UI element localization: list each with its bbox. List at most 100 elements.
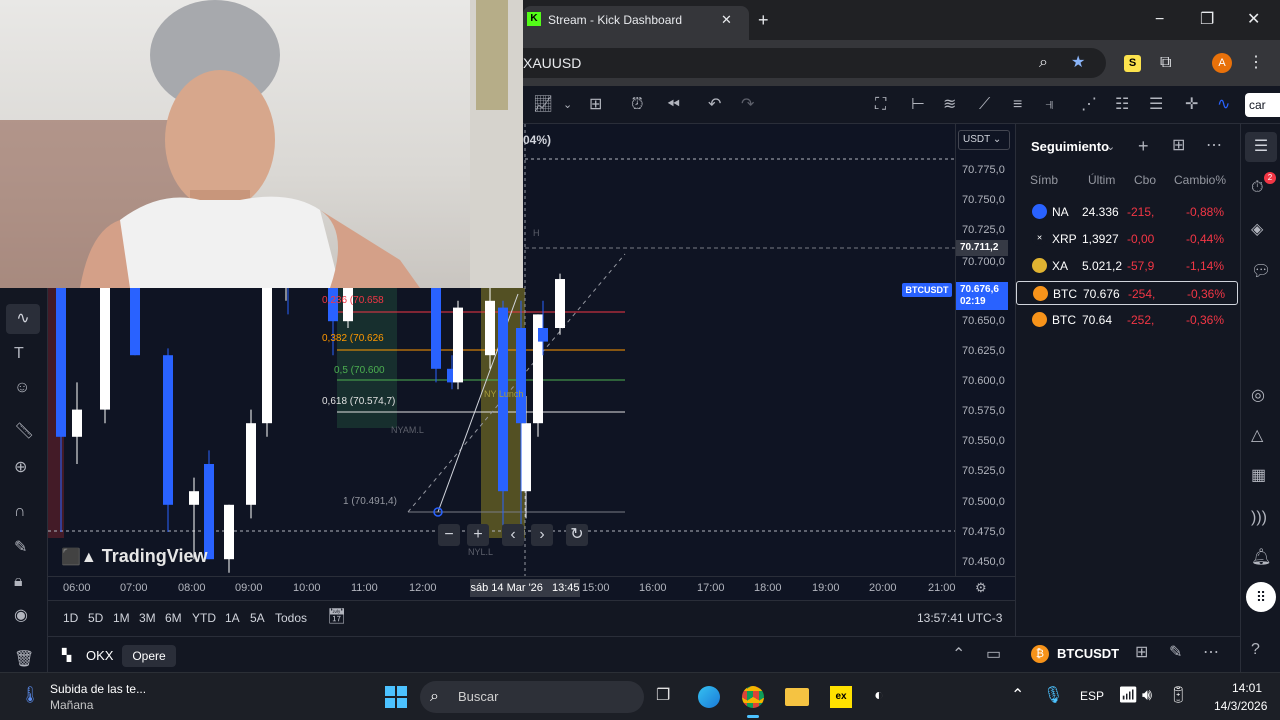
select-box-icon[interactable]: ⛶	[875, 95, 886, 115]
zoom-in-button[interactable]: +	[467, 524, 489, 546]
trendline-icon[interactable]: ⟋	[979, 95, 990, 115]
reset-chart-button[interactable]: ↻	[566, 524, 588, 546]
task-view-icon[interactable]: ❐	[656, 686, 670, 706]
start-button[interactable]	[385, 686, 407, 708]
add-symbol-icon[interactable]: +	[1138, 136, 1149, 156]
watchlist-row[interactable]: XA 5.021,2 -57,9 -1,14%	[1016, 254, 1238, 278]
close-tab-icon[interactable]: ✕	[721, 10, 732, 30]
emoji-tool-icon[interactable]: ☺	[14, 378, 30, 398]
watchlist-row[interactable]: BTC 70.64 -252, -0,36%	[1016, 308, 1238, 332]
chevron-down-icon[interactable]: ⌄	[1106, 137, 1115, 157]
language-indicator[interactable]: ESP	[1080, 689, 1104, 703]
grid-icon[interactable]: ⊞	[1135, 643, 1148, 663]
text-tool-icon[interactable]: T	[14, 344, 24, 364]
calendar-icon[interactable]: 📅︎	[327, 607, 346, 627]
zoom-tool-icon[interactable]: ⊕	[14, 458, 27, 478]
taskbar-time[interactable]: 14:01	[1232, 681, 1262, 695]
scroll-left-button[interactable]: ‹	[502, 524, 524, 546]
ruler-icon[interactable]: 📏︎	[14, 422, 34, 442]
bell-icon[interactable]: 🔔︎	[1251, 548, 1271, 568]
search-icon[interactable]: ⌕	[1039, 53, 1048, 73]
chevron-up-icon[interactable]: ⌃	[952, 645, 965, 665]
edge-icon[interactable]	[698, 686, 720, 708]
extensions-puzzle-icon[interactable]: ⧉	[1160, 53, 1171, 73]
apps-icon[interactable]: ⠿	[1246, 582, 1276, 612]
range-button-1a[interactable]: 1A	[225, 611, 240, 625]
volume-icon[interactable]: 🔊︎	[1142, 686, 1152, 706]
thermometer-icon[interactable]: 🌡︎	[20, 686, 40, 706]
more-icon[interactable]: ⋯	[1203, 643, 1219, 663]
replay-alert-icon[interactable]: ⏰︎	[631, 95, 643, 115]
tray-chevron-icon[interactable]: ⌃	[1011, 686, 1024, 706]
header-change-pct[interactable]: Cambio%	[1174, 173, 1226, 187]
levels-icon[interactable]: ☰	[1149, 95, 1163, 115]
fib-icon[interactable]: ≡	[1013, 95, 1022, 115]
restore-icon[interactable]: ❐	[1200, 10, 1214, 30]
extension-s-icon[interactable]: S	[1124, 55, 1141, 72]
chevron-down-icon[interactable]: ⌄	[563, 95, 572, 115]
wave-tool-active[interactable]: ∿	[6, 304, 40, 334]
browser-tab[interactable]: K Stream - Kick Dashboard ✕	[523, 6, 749, 40]
more-options-icon[interactable]: ⋯	[1206, 136, 1222, 156]
currency-select[interactable]: USDT ⌄	[958, 130, 1010, 150]
range-button-todos[interactable]: Todos	[275, 611, 307, 625]
scroll-right-button[interactable]: ›	[531, 524, 553, 546]
templates-icon[interactable]: ⊞	[589, 95, 602, 115]
layers-icon[interactable]: ◈	[1251, 220, 1263, 240]
taskbar-date[interactable]: 14/3/2026	[1214, 699, 1267, 713]
bookmark-star-icon[interactable]: ★	[1071, 53, 1085, 73]
microphone-icon[interactable]: 🎙︎	[1043, 686, 1063, 706]
header-symbol[interactable]: Símb	[1030, 173, 1058, 187]
taskbar-search[interactable]: ⌕ Buscar	[420, 681, 644, 713]
path-icon[interactable]: ⋰	[1081, 95, 1097, 115]
alerts-clock-icon[interactable]: ⏱	[1251, 178, 1263, 198]
range-button-5a[interactable]: 5A	[250, 611, 265, 625]
browser-menu-icon[interactable]: ⋮	[1248, 53, 1264, 73]
measure-icon[interactable]: ☷	[1115, 95, 1129, 115]
omnibox[interactable]: XAUUSD ⌕ ★	[523, 48, 1106, 78]
header-last[interactable]: Últim	[1088, 173, 1115, 187]
settings-gear-icon[interactable]: ⚙	[975, 578, 987, 598]
search-button[interactable]: car	[1245, 93, 1280, 117]
chart-type-icon[interactable]: 📈︎	[533, 95, 553, 115]
watchlist-row[interactable]: BTC 70.676 -254, -0,36%	[1016, 281, 1238, 305]
lock-icon[interactable]: 🔒︎	[14, 572, 23, 592]
trade-button[interactable]: Opere	[122, 645, 176, 667]
minimize-icon[interactable]: −	[1155, 10, 1164, 30]
chrome-icon[interactable]	[742, 686, 764, 708]
edit-icon[interactable]: ✎	[1169, 643, 1182, 663]
range-button-6m[interactable]: 6M	[165, 611, 182, 625]
pencil-lock-icon[interactable]: ✎	[14, 538, 27, 558]
close-window-icon[interactable]: ✕	[1247, 10, 1260, 30]
watchlist-row[interactable]: ✕ XRP 1,3927 -0,00 -0,44%	[1016, 227, 1238, 251]
target-icon[interactable]: ◎	[1251, 386, 1265, 406]
battery-icon[interactable]: 🔋︎	[1168, 686, 1188, 706]
calendar-sidebar-icon[interactable]: ▦	[1251, 466, 1266, 486]
horizontal-line-icon[interactable]: ⊢	[911, 95, 925, 115]
crosshair-icon[interactable]: ✛	[1185, 95, 1198, 115]
new-tab-icon[interactable]: +	[758, 10, 769, 30]
range-button-1d[interactable]: 1D	[63, 611, 78, 625]
chat-icon[interactable]: 💬︎	[1251, 262, 1271, 282]
magnet-icon[interactable]: ∩	[14, 502, 26, 522]
footer-symbol[interactable]: BTCUSDT	[1057, 646, 1119, 661]
pitchfork-icon[interactable]: ⫣	[1045, 95, 1055, 115]
channel-icon[interactable]: ≋	[943, 95, 956, 115]
zoom-out-button[interactable]: −	[438, 524, 460, 546]
profile-avatar[interactable]: A	[1212, 53, 1232, 73]
eye-icon[interactable]: ◉	[14, 606, 28, 626]
obs-icon[interactable]: ◐	[874, 686, 884, 706]
redo-icon[interactable]: ↷	[741, 95, 754, 115]
range-button-ytd[interactable]: YTD	[192, 611, 216, 625]
help-icon[interactable]: ?	[1251, 640, 1260, 660]
header-change[interactable]: Cbo	[1134, 173, 1156, 187]
watchlist-title[interactable]: Seguimiento	[1031, 139, 1109, 154]
file-explorer-icon[interactable]	[785, 688, 809, 706]
range-button-1m[interactable]: 1M	[113, 611, 130, 625]
undo-icon[interactable]: ↶	[708, 95, 721, 115]
wave-icon[interactable]: ∿	[1217, 95, 1230, 115]
layout-grid-icon[interactable]: ⊞	[1172, 136, 1185, 156]
rewind-icon[interactable]: ⏪︎	[667, 95, 680, 115]
watchlist-toggle-icon[interactable]: ☰	[1245, 132, 1277, 162]
broadcast-icon[interactable]: )))	[1251, 508, 1267, 528]
